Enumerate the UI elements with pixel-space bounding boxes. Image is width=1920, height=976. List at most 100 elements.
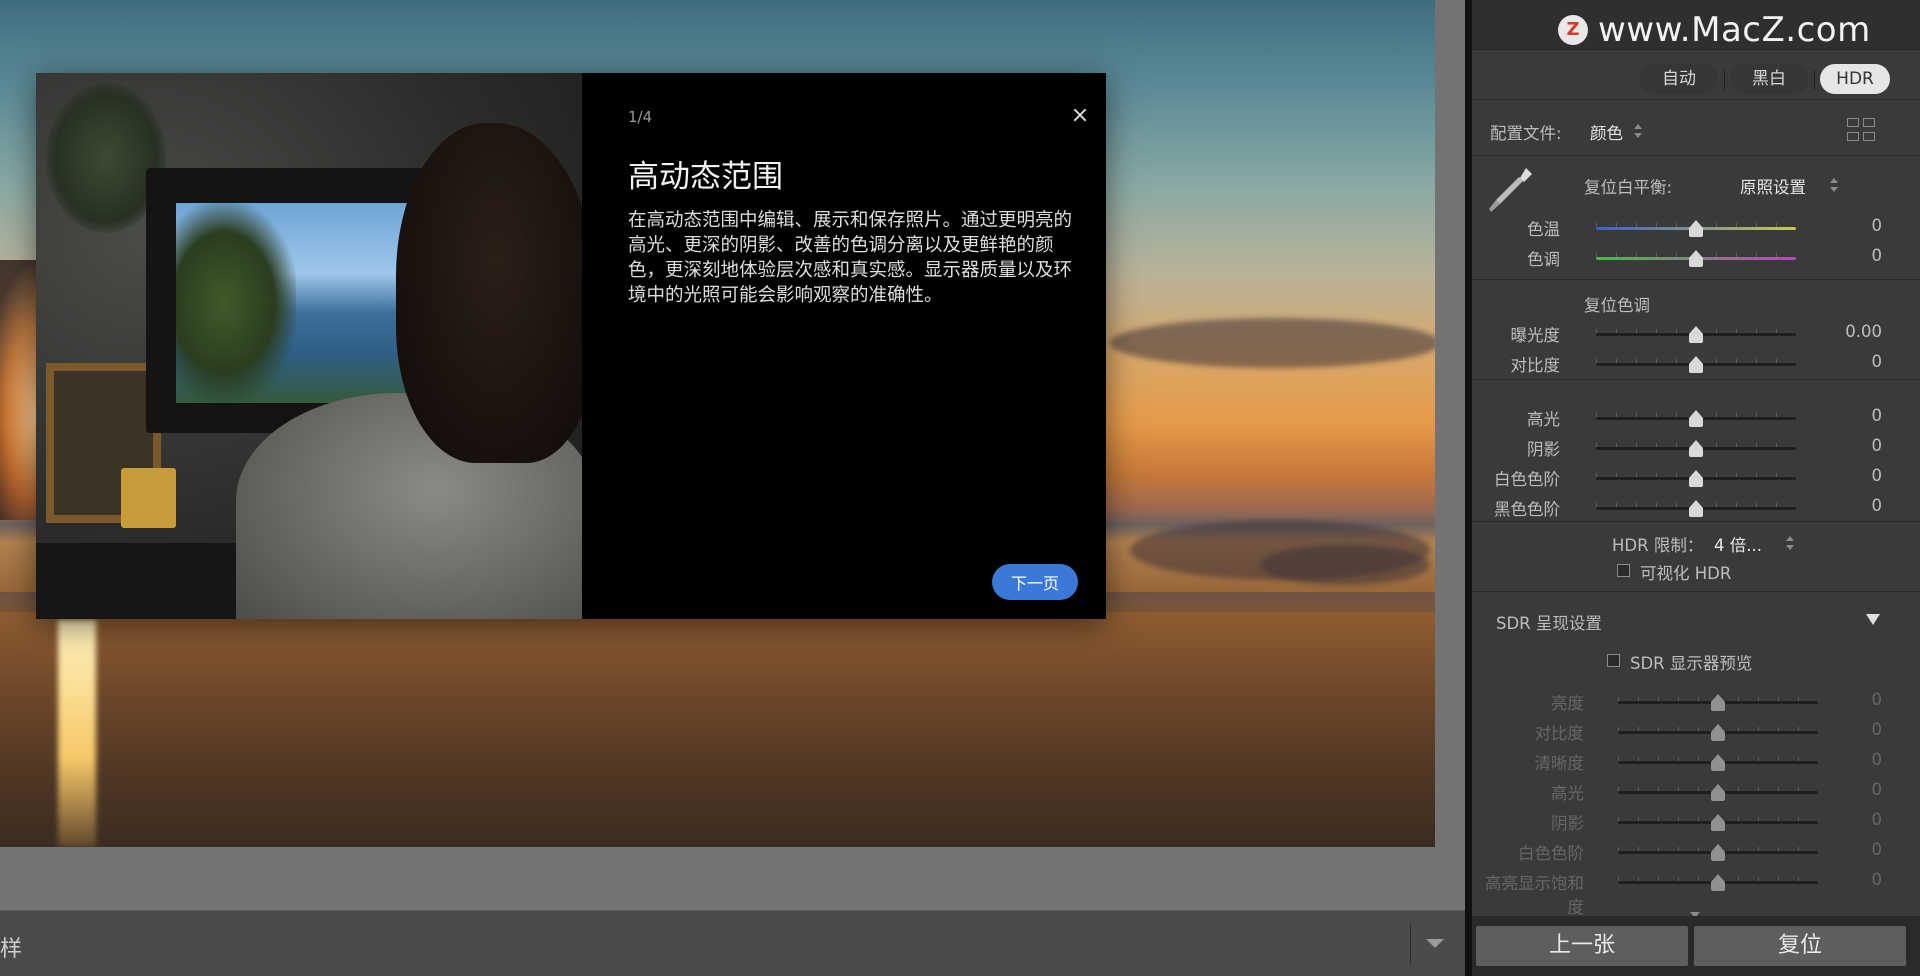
slider-track[interactable] [1618, 814, 1818, 831]
slider-track[interactable] [1618, 874, 1818, 891]
slider-thumb[interactable] [1689, 356, 1703, 373]
wb-updown-icon[interactable] [1830, 178, 1838, 192]
eyedropper-icon[interactable] [1486, 164, 1534, 216]
slider-value[interactable]: 0 [1872, 406, 1883, 425]
previous-photo-button[interactable]: 上一张 [1476, 926, 1688, 966]
slider-row: 亮度 0 [1472, 690, 1920, 714]
slider-thumb[interactable] [1689, 440, 1703, 457]
toolbar-divider [1410, 923, 1411, 965]
slider-label: 阴影 [1551, 814, 1584, 833]
slider-thumb[interactable] [1711, 844, 1725, 861]
slider-value[interactable]: 0 [1872, 810, 1883, 829]
slider-value[interactable]: 0.00 [1845, 322, 1882, 341]
slider-row: 对比度 0 [1472, 352, 1920, 376]
slider-thumb[interactable] [1689, 250, 1703, 267]
slider-thumb[interactable] [1689, 220, 1703, 237]
dialog-description: 在高动态范围中编辑、展示和保存照片。通过更明亮的高光、更深的阴影、改善的色调分离… [628, 210, 1073, 306]
slider-label: 对比度 [1534, 724, 1585, 743]
slider-track[interactable] [1618, 724, 1818, 741]
photo-canvas[interactable]: 1/4 高动态范围 在高动态范围中编辑、展示和保存照片。通过更明亮的高光、更深的… [0, 0, 1465, 910]
dialog-illustration [36, 73, 582, 619]
sdr-preview-checkbox[interactable] [1607, 654, 1620, 667]
close-icon[interactable] [1068, 103, 1092, 127]
slider-row: 高光 0 [1472, 406, 1920, 430]
mode-hdr-button[interactable]: HDR [1820, 64, 1890, 94]
profile-browser-grid-icon[interactable] [1847, 118, 1877, 144]
slider-track[interactable] [1618, 754, 1818, 771]
slider-value[interactable]: 0 [1872, 870, 1883, 889]
slider-row: 色温 0 [1472, 216, 1920, 240]
slider-label: 色调 [1527, 250, 1560, 269]
slider-row: 阴影 0 [1472, 810, 1920, 834]
slider-thumb[interactable] [1711, 724, 1725, 741]
slider-track[interactable] [1596, 356, 1796, 373]
slider-label: 高亮显示饱和度 [1485, 874, 1584, 917]
mode-auto-button[interactable]: 自动 [1640, 64, 1718, 94]
slider-track[interactable] [1596, 250, 1796, 267]
hdr-limit-updown-icon[interactable] [1786, 536, 1794, 550]
slider-label: 高光 [1527, 410, 1560, 429]
reset-button[interactable]: 复位 [1694, 926, 1906, 966]
slider-thumb[interactable] [1689, 470, 1703, 487]
mode-bw-button[interactable]: 黑白 [1730, 64, 1808, 94]
slider-row: 高亮显示饱和度 0 [1472, 870, 1920, 917]
slider-value[interactable]: 0 [1872, 466, 1883, 485]
next-page-button[interactable]: 下一页 [992, 564, 1078, 600]
slider-thumb[interactable] [1689, 410, 1703, 427]
slider-track[interactable] [1618, 784, 1818, 801]
slider-track[interactable] [1596, 326, 1796, 343]
slider-value[interactable]: 0 [1872, 840, 1883, 859]
profile-updown-icon[interactable] [1634, 124, 1642, 138]
sdr-preview-label: SDR 显示器预览 [1630, 654, 1753, 673]
slider-value[interactable]: 0 [1872, 690, 1883, 709]
slider-row: 色调 0 [1472, 246, 1920, 270]
slider-value[interactable]: 0 [1872, 496, 1883, 515]
slider-thumb[interactable] [1689, 500, 1703, 517]
slider-value[interactable]: 0 [1872, 436, 1883, 455]
slider-value[interactable]: 0 [1872, 216, 1883, 235]
slider-thumb[interactable] [1689, 326, 1703, 343]
bottom-toolbar: 样 [0, 910, 1465, 976]
slider-row: 阴影 0 [1472, 436, 1920, 460]
profile-label: 配置文件: [1490, 124, 1562, 143]
basic-panel: www.MacZ.com 自动 黑白 HDR 配置文件: 颜色 [1472, 0, 1920, 976]
slider-value[interactable]: 0 [1872, 720, 1883, 739]
hdr-limit-select[interactable]: 4 倍... [1714, 532, 1762, 556]
slider-thumb[interactable] [1711, 814, 1725, 831]
wb-select[interactable]: 原照设置 [1740, 174, 1806, 198]
hdr-intro-dialog: 1/4 高动态范围 在高动态范围中编辑、展示和保存照片。通过更明亮的高光、更深的… [36, 73, 1106, 619]
watermark-text: www.MacZ.com [1598, 10, 1871, 50]
slider-thumb[interactable] [1711, 784, 1725, 801]
watermark: www.MacZ.com [1558, 10, 1871, 50]
collapse-triangle-icon[interactable] [1866, 614, 1880, 625]
dialog-title: 高动态范围 [628, 159, 783, 195]
slider-thumb[interactable] [1711, 754, 1725, 771]
slider-track[interactable] [1596, 500, 1796, 517]
slider-value[interactable]: 0 [1872, 352, 1883, 371]
tone-section: 复位色调 曝光度 0.00 对比度 0 [1472, 282, 1920, 380]
slider-thumb[interactable] [1711, 694, 1725, 711]
slider-track[interactable] [1618, 694, 1818, 711]
toolbar-menu-chevron-icon[interactable] [1420, 933, 1450, 955]
dialog-step-counter: 1/4 [628, 108, 653, 126]
reset-tone-label[interactable]: 复位色调 [1584, 292, 1650, 316]
slider-track[interactable] [1596, 440, 1796, 457]
slider-track[interactable] [1596, 220, 1796, 237]
slider-track[interactable] [1618, 844, 1818, 861]
slider-label: 白色色阶 [1494, 470, 1560, 489]
slider-track[interactable] [1596, 470, 1796, 487]
sdr-rendering-section: SDR 呈现设置 SDR 显示器预览 亮度 0 对比度 0 清晰度 0 高光 0 阴影 0 白色色阶… [1472, 594, 1920, 917]
wb-label: 复位白平衡: [1584, 178, 1673, 197]
slider-track[interactable] [1596, 410, 1796, 427]
slider-row: 清晰度 0 [1472, 750, 1920, 774]
slider-row: 对比度 0 [1472, 720, 1920, 744]
slider-label: 阴影 [1527, 440, 1560, 459]
profile-select[interactable]: 颜色 [1590, 120, 1623, 144]
visualize-hdr-checkbox[interactable] [1617, 564, 1630, 577]
slider-thumb[interactable] [1711, 874, 1725, 891]
slider-value[interactable]: 0 [1872, 780, 1883, 799]
slider-value[interactable]: 0 [1872, 246, 1883, 265]
dialog-content: 1/4 高动态范围 在高动态范围中编辑、展示和保存照片。通过更明亮的高光、更深的… [582, 73, 1106, 619]
profile-row: 配置文件: 颜色 [1472, 102, 1920, 156]
slider-value[interactable]: 0 [1872, 750, 1883, 769]
